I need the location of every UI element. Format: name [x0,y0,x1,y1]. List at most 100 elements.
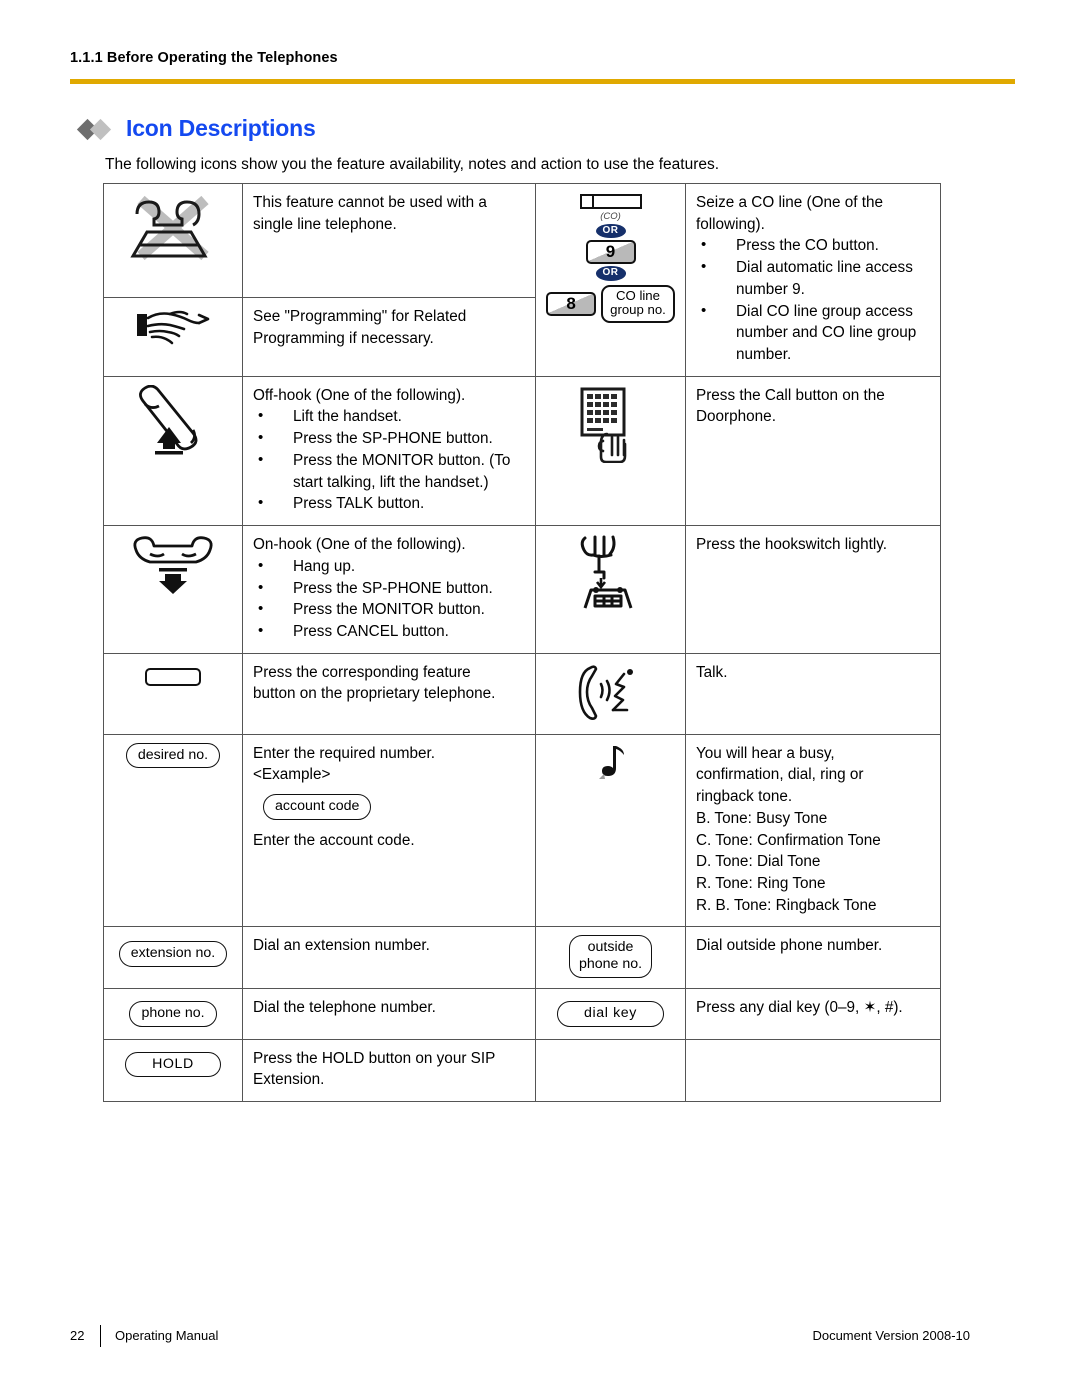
co-caption: (CO) [600,211,621,222]
dial-key-8-icon: 8 [546,291,597,316]
desc-cell-desired-no: Enter the required number. <Example> acc… [242,733,536,928]
dial-key-icon: dial key [557,1000,664,1027]
desc-line: Talk. [696,663,728,681]
desc-cell-talk: Talk. [685,652,941,735]
desc-line: Press the Call button on the [696,386,885,404]
doorphone-keypad-finger-icon [546,385,675,463]
bullet-item: Dial automatic line access number 9. [696,256,930,300]
bullet-list: Press the CO button. Dial automatic line… [696,234,930,366]
desc-line: Dial outside phone number. [696,937,883,955]
outside-label-line-2: phone no. [578,956,643,973]
intro-paragraph: The following icons show you the feature… [105,156,720,173]
desc-line: Press the hookswitch lightly. [696,536,888,554]
desc-line: Seize a CO line (One of the [696,194,884,211]
page-number: 22 [70,1328,85,1343]
tone-note-icon [546,743,675,787]
icon-cell-hookswitch [535,525,686,654]
desc-line: Enter the required number. [253,744,435,762]
desc-line: R. B. Tone: Ringback Tone [696,896,877,914]
icon-cell-on-hook [103,525,243,654]
bullet-item: Hang up. [253,555,525,578]
desc-line: single line telephone. [253,215,397,233]
table-row: phone no. Dial the telephone number. dia… [103,987,941,1040]
pointing-hand-icon [114,306,232,348]
hookswitch-icon [546,534,675,612]
icon-descriptions-table: This feature cannot be used with a singl… [103,182,941,1103]
icon-cell-phone-no: phone no. [103,987,243,1040]
page-footer: 22 Operating Manual Document Version 200… [70,1325,1015,1350]
icon-cell-outside-phone-no: outside phone no. [535,926,686,989]
breadcrumb: 1.1.1 Before Operating the Telephones [70,50,338,66]
feature-button-icon [145,667,201,686]
header-rule [70,79,1015,84]
desc-cell-feature-button: Press the corresponding feature button o… [242,652,536,735]
desc-cell-single-line-telephone: This feature cannot be used with a singl… [242,182,536,299]
desc-line: Extension. [253,1071,325,1089]
desc-line: <Example> [253,766,331,784]
desc-cell-off-hook: Off-hook (One of the following). Lift th… [242,375,536,527]
bullet-item: Press the MONITOR button. (To start talk… [253,449,525,493]
desc-cell-outside-phone-no: Dial outside phone number. [685,926,941,989]
bullet-item: Lift the handset. [253,405,525,428]
or-badge: OR [595,223,626,238]
desc-line: Dial the telephone number. [253,998,436,1016]
desc-line: See "Programming" for Related [253,308,467,326]
crossed-telephone-icon [114,192,232,264]
desc-cell-see-programming: See "Programming" for Related Programmin… [242,297,536,377]
table-row: Press the corresponding feature button o… [103,652,941,735]
desc-line: Press the HOLD button on your SIP [253,1049,496,1067]
desc-line: button on the proprietary telephone. [253,685,496,703]
account-code-key-icon: account code [263,794,372,820]
page-title: Icon Descriptions [126,115,316,141]
co-button-shape [579,194,642,209]
icon-cell-desired-no: desired no. [103,733,243,928]
extension-no-key-icon: extension no. [118,941,228,968]
desc-line: Programming if necessary. [253,330,434,348]
icon-cell-dial-key: dial key [535,987,686,1040]
desc-line: ringback tone. [696,788,793,806]
desc-line: following). [696,215,765,233]
desc-line: Dial an extension number. [253,937,430,955]
co-group-line-2: group no. [610,302,666,318]
bullet-item: Press CANCEL button. [253,620,525,643]
desired-no-key-icon: desired no. [125,742,221,769]
talking-handset-icon [546,662,675,724]
icon-cell-hold: HOLD [103,1038,243,1103]
desc-cell-doorphone: Press the Call button on the Doorphone. [685,375,941,527]
desc-line: C. Tone: Confirmation Tone [696,831,881,849]
outside-phone-no-key-icon: outside phone no. [568,935,653,978]
off-hook-handset-icon [114,384,232,455]
desc-cell-extension-no: Dial an extension number. [242,926,536,989]
table-row: HOLD Press the HOLD button on your SIP E… [103,1038,941,1103]
icon-cell-pointing-hand [103,297,243,377]
icon-cell-tone [535,733,686,928]
footer-divider [100,1325,101,1347]
desc-line: You will hear a busy, [696,744,835,762]
desc-cell-seize-co-line: Seize a CO line (One of the following). … [685,183,941,377]
bullet-item: Press the SP-PHONE button. [253,427,525,450]
icon-cell-off-hook [103,375,243,527]
section-title-row: Icon Descriptions [76,115,316,142]
desc-line: Enter the account code. [253,831,415,849]
bullet-item: Press TALK button. [253,492,525,515]
bullet-list: Hang up. Press the SP-PHONE button. Pres… [253,555,525,643]
table-row: desired no. Enter the required number. <… [103,733,941,928]
icon-cell-talk [535,652,686,735]
icon-cell-empty [535,1038,686,1103]
desc-line: Press the corresponding feature [253,663,471,681]
or-badge: OR [595,266,626,281]
icon-cell-feature-button [103,652,243,735]
desc-line: Off-hook (One of the following). [253,386,466,404]
on-hook-handset-icon [114,534,232,596]
desc-line: D. Tone: Dial Tone [696,853,821,871]
co-line-button-icon: (CO) OR 9 OR 8 CO line group no. [546,192,675,324]
desc-line: B. Tone: Busy Tone [696,809,828,827]
table-row: Off-hook (One of the following). Lift th… [103,375,941,527]
document-version: Document Version 2008-10 [812,1328,970,1343]
table-row: extension no. Dial an extension number. … [103,926,941,989]
desc-cell-tone: You will hear a busy, confirmation, dial… [685,733,941,928]
desc-line: Press any dial key (0–9, ✶, #). [696,998,903,1016]
manual-label: Operating Manual [115,1328,219,1343]
bullet-item: Dial CO line group access number and CO … [696,300,930,366]
hold-key-icon: HOLD [125,1051,221,1078]
